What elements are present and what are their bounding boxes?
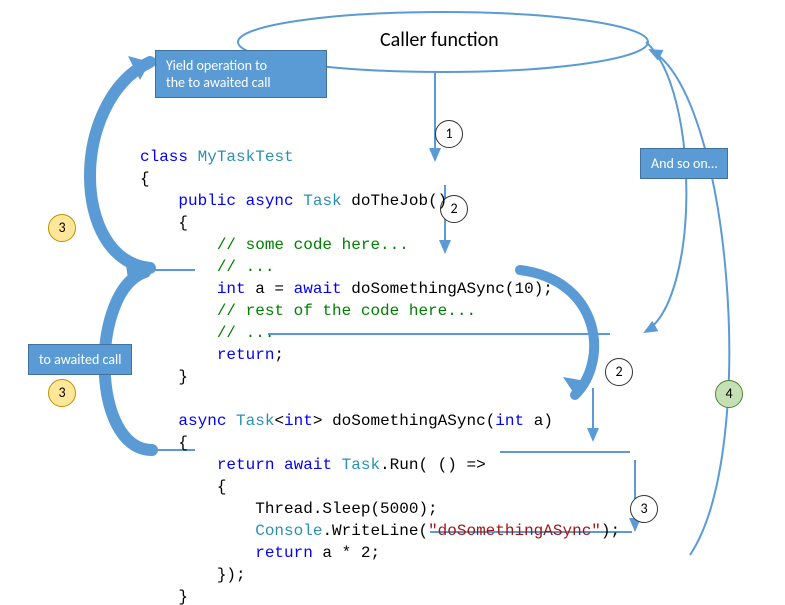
step-3c: 3 bbox=[630, 495, 658, 523]
box-andsoon: And so on… bbox=[640, 148, 728, 179]
step-3b: 3 bbox=[48, 379, 76, 407]
box-awaited: to awaited call bbox=[28, 344, 132, 375]
box-yield: Yield operation to the to awaited call bbox=[155, 50, 327, 98]
step-4: 4 bbox=[715, 380, 743, 408]
step-3a: 3 bbox=[48, 214, 76, 242]
code-block: class MyTaskTest { public async Task doT… bbox=[140, 146, 620, 605]
step-1: 1 bbox=[435, 120, 463, 148]
caller-title: Caller function bbox=[380, 28, 499, 52]
